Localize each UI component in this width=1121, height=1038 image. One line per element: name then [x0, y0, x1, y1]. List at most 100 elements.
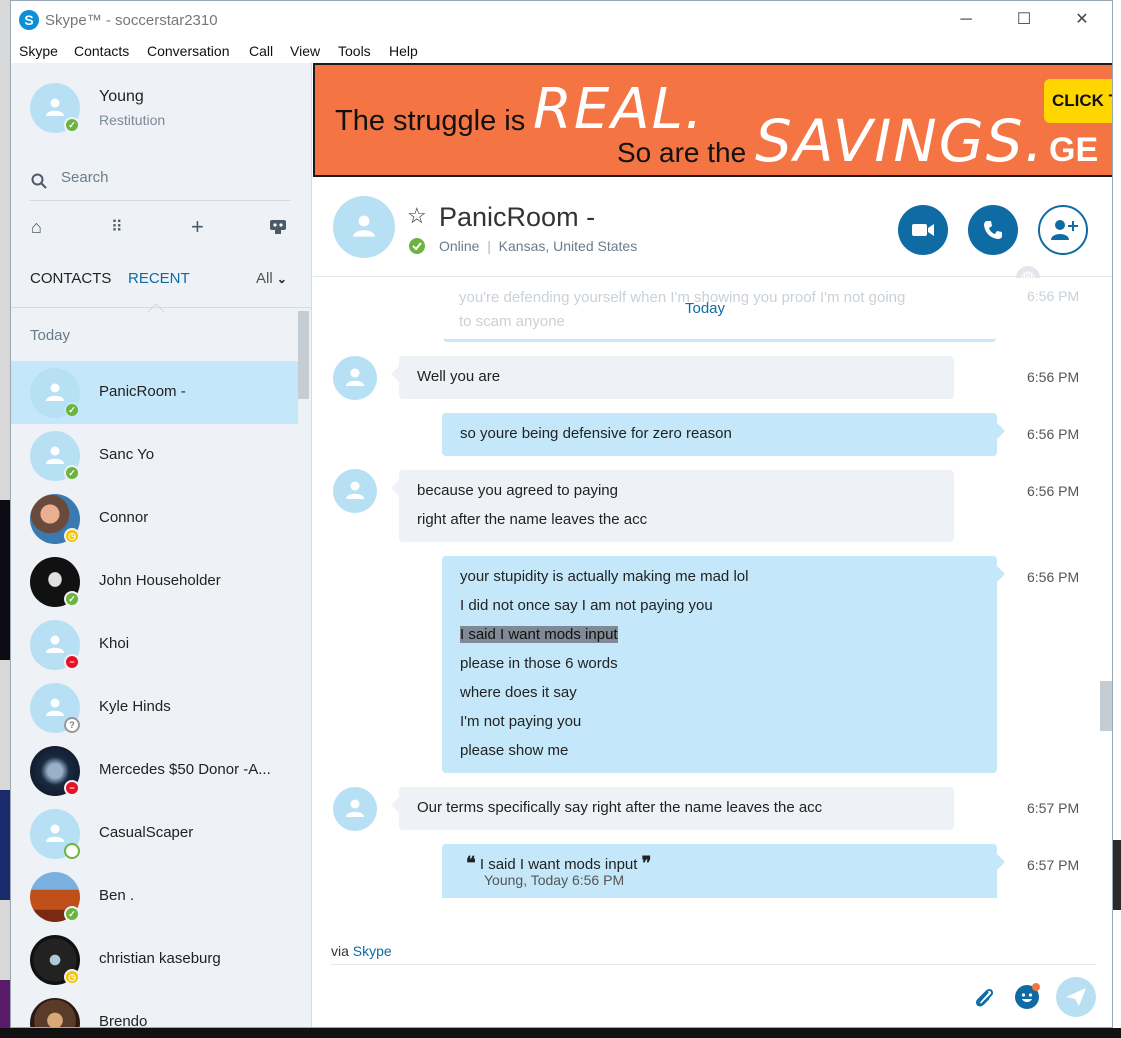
add-contact-icon [1051, 220, 1078, 240]
message-time: 6:56 PM [1027, 369, 1080, 385]
message-time-faded: 6:56 PM [1027, 288, 1080, 304]
ad-text-real: REAL. [533, 77, 705, 142]
message-text: I'm not paying you [460, 713, 582, 730]
sidebar-scrollbar[interactable] [298, 311, 309, 399]
compose-area: via Skype [313, 898, 1112, 1027]
emoticon-icon[interactable] [1015, 983, 1040, 1009]
busy-status-icon: − [64, 654, 80, 670]
dialpad-icon[interactable]: ⠿ [111, 217, 123, 237]
filter-dropdown[interactable]: All ⌄ [256, 270, 287, 287]
chat-history: you're defending yourself when I'm showi… [313, 278, 1112, 898]
desktop-background-left [0, 0, 10, 1038]
message-text: right after the name leaves the acc [417, 511, 648, 528]
sender-avatar[interactable] [333, 469, 377, 513]
notification-dot [1032, 983, 1040, 991]
tab-recent[interactable]: RECENT [128, 270, 190, 287]
avatar: − [30, 620, 80, 670]
contact-item[interactable]: ✓ John Householder [11, 550, 298, 613]
contact-name: Brendo [99, 1013, 148, 1028]
selected-text[interactable]: I said I want mods input [460, 626, 618, 643]
video-call-button[interactable] [898, 205, 948, 255]
person-icon [46, 98, 64, 116]
contact-item[interactable]: − Mercedes $50 Donor -A... [11, 739, 298, 802]
menu-call[interactable]: Call [249, 43, 273, 59]
message-text: so youre being defensive for zero reason [460, 425, 732, 442]
contact-item[interactable]: ◷ Connor [11, 487, 298, 550]
via-skype-link[interactable]: Skype [353, 943, 392, 959]
menu-skype[interactable]: Skype [19, 43, 58, 59]
contact-item[interactable]: Brendo [11, 991, 298, 1028]
contact-item[interactable]: ? Kyle Hinds [11, 676, 298, 739]
message-bubble-outgoing[interactable]: so youre being defensive for zero reason [442, 413, 1005, 456]
sender-avatar[interactable] [333, 356, 377, 400]
contact-name: Ben . [99, 887, 135, 904]
contact-item[interactable]: ✓ PanicRoom - [11, 361, 298, 424]
conversation-title[interactable]: PanicRoom - [439, 202, 595, 233]
chat-scrollbar[interactable] [1100, 681, 1112, 731]
message-bubble-incoming[interactable]: Well you are [391, 356, 954, 399]
person-icon [46, 635, 64, 653]
open-quote-icon: ❝ [466, 853, 476, 873]
message-bubble-incoming[interactable]: because you agreed to paying right after… [391, 470, 954, 542]
compose-divider [331, 964, 1096, 965]
menu-help[interactable]: Help [389, 43, 418, 59]
online-status-icon: ✓ [64, 117, 80, 133]
ad-click-button[interactable]: CLICK T [1044, 79, 1112, 123]
avatar [30, 809, 80, 859]
add-participants-button[interactable] [1038, 205, 1088, 255]
close-button[interactable]: ✕ [1059, 7, 1105, 33]
video-call-icon [912, 224, 934, 236]
message-bubble-incoming[interactable]: Our terms specifically say right after t… [391, 787, 954, 830]
message-time: 6:56 PM [1027, 569, 1080, 585]
contact-item[interactable]: ✓ Sanc Yo [11, 424, 298, 487]
message-bubble-outgoing[interactable]: your stupidity is actually making me mad… [442, 556, 1005, 773]
contact-name: Connor [99, 509, 149, 526]
menu-bar: Skype Contacts Conversation Call View To… [11, 39, 1112, 63]
contact-item[interactable]: CasualScaper [11, 802, 298, 865]
menu-view[interactable]: View [290, 43, 320, 59]
my-avatar[interactable]: ✓ [30, 83, 80, 133]
menu-conversation[interactable]: Conversation [147, 43, 230, 59]
window-title: Skype™ - soccerstar2310 [45, 12, 218, 29]
message-time: 6:57 PM [1027, 857, 1080, 873]
contact-item[interactable]: ✓ Ben . [11, 865, 298, 928]
bot-icon[interactable] [268, 217, 288, 240]
menu-tools[interactable]: Tools [338, 43, 371, 59]
search-placeholder: Search [61, 169, 109, 186]
maximize-button[interactable]: ☐ [1001, 7, 1047, 33]
home-icon[interactable]: ⌂ [31, 217, 42, 238]
person-icon [46, 383, 64, 401]
minimize-button[interactable]: ─ [943, 7, 989, 33]
search-box[interactable]: Search [29, 165, 291, 201]
busy-status-icon: − [64, 780, 80, 796]
message-text: please show me [460, 742, 569, 759]
sender-avatar[interactable] [333, 787, 377, 831]
tab-contacts[interactable]: CONTACTS [30, 270, 111, 287]
conversation-header: ☆ PanicRoom - Online | Kansas, United St… [313, 177, 1112, 290]
contact-item[interactable]: ◷ christian kaseburg [11, 928, 298, 991]
audio-call-button[interactable] [968, 205, 1018, 255]
message-bubble-quote[interactable]: ❝ I said I want mods input ❞ Young, Toda… [442, 844, 1005, 898]
contact-avatar[interactable] [333, 196, 395, 258]
my-mood-message[interactable]: Restitution [99, 112, 165, 128]
advertisement-banner[interactable]: The struggle is REAL. So are the SAVINGS… [313, 63, 1112, 177]
attachment-icon[interactable] [973, 986, 995, 1015]
message-text: I did not once say I am not paying you [460, 597, 713, 614]
message-time: 6:56 PM [1027, 483, 1080, 499]
away-status-icon: ◷ [64, 969, 80, 985]
message-text: please in those 6 words [460, 655, 618, 672]
skype-window: S Skype™ - soccerstar2310 ─ ☐ ✕ Skype Co… [10, 0, 1113, 1028]
ad-text-line2: So are the [617, 137, 747, 168]
menu-contacts[interactable]: Contacts [74, 43, 129, 59]
send-button[interactable] [1056, 977, 1096, 1017]
contact-item[interactable]: − Khoi [11, 613, 298, 676]
plus-icon[interactable]: + [191, 214, 204, 240]
contact-name: Mercedes $50 Donor -A... [99, 761, 271, 778]
star-icon[interactable]: ☆ [407, 203, 427, 229]
search-icon [31, 173, 47, 189]
status-separator: | [487, 238, 491, 254]
my-name[interactable]: Young [99, 88, 144, 106]
avatar-photo [30, 998, 80, 1027]
send-icon [1066, 988, 1086, 1006]
location-text: Kansas, United States [498, 238, 638, 254]
